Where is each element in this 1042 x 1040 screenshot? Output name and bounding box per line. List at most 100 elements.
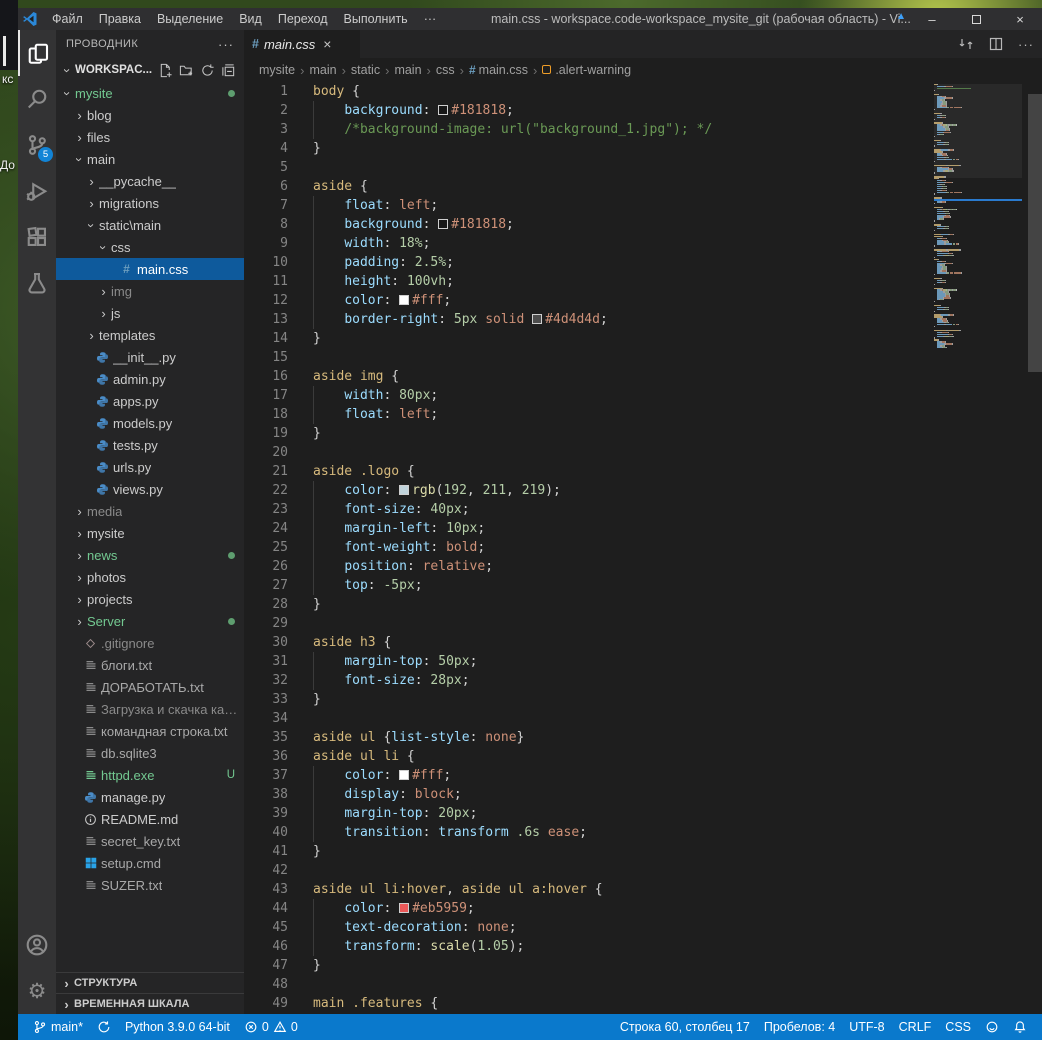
code-line[interactable]: 42 [244, 861, 1042, 880]
code-line[interactable]: 33} [244, 690, 1042, 709]
split-editor-icon[interactable] [988, 36, 1004, 52]
tree-folder-Server[interactable]: › Server [56, 610, 244, 632]
breadcrumb-item-.alert-warning[interactable]: .alert-warning [542, 63, 631, 77]
code-line[interactable]: 47} [244, 956, 1042, 975]
menu-айл[interactable]: Файл [44, 8, 91, 30]
tree-file-ДОРАБОТАТЬ.txt[interactable]: ДОРАБОТАТЬ.txt [56, 676, 244, 698]
code-line[interactable]: 8 background: #181818; [244, 215, 1042, 234]
cursor-position-status[interactable]: Строка 60, столбец 17 [613, 1014, 757, 1040]
tree-file-secret_key.txt[interactable]: secret_key.txt [56, 830, 244, 852]
code-line[interactable]: 44 color: #eb5959; [244, 899, 1042, 918]
code-line[interactable]: 30 aside h3 { [244, 633, 1042, 652]
explorer-more-actions-icon[interactable]: ··· [218, 37, 234, 52]
problems-status[interactable]: 0 0 [237, 1014, 305, 1040]
tree-file-views.py[interactable]: views.py [56, 478, 244, 500]
extensions-activity-icon[interactable] [18, 214, 56, 260]
breadcrumb-item-mysite[interactable]: mysite [259, 63, 295, 77]
code-line[interactable]: 13 border-right: 5px solid #4d4d4d; [244, 310, 1042, 329]
code-line[interactable]: 9 width: 18%; [244, 234, 1042, 253]
feedback-status[interactable] [978, 1014, 1006, 1040]
editor-more-actions-icon[interactable]: ··· [1018, 37, 1034, 52]
code-line[interactable]: 2 background: #181818; [244, 101, 1042, 120]
color-swatch[interactable] [399, 485, 410, 495]
tree-folder-news[interactable]: › news [56, 544, 244, 566]
tree-file-urls.py[interactable]: urls.py [56, 456, 244, 478]
tree-file-Загрузка_и_скачка_карт...[interactable]: Загрузка и скачка карт... [56, 698, 244, 720]
code-line[interactable]: 12 color: #fff; [244, 291, 1042, 310]
tree-file-tests.py[interactable]: tests.py [56, 434, 244, 456]
code-line[interactable]: 40 transition: transform .6s ease; [244, 823, 1042, 842]
code-line[interactable]: 11 height: 100vh; [244, 272, 1042, 291]
code-line[interactable]: 1 body { [244, 82, 1042, 101]
code-line[interactable]: 18 float: left; [244, 405, 1042, 424]
run-debug-activity-icon[interactable] [18, 168, 56, 214]
code-line[interactable]: 35 aside ul {list-style: none} [244, 728, 1042, 747]
close-button[interactable]: × [998, 8, 1042, 30]
code-line[interactable]: 23 font-size: 40px; [244, 500, 1042, 519]
menu-ид[interactable]: Вид [231, 8, 270, 30]
open-changes-icon[interactable] [958, 36, 974, 52]
eol-status[interactable]: CRLF [892, 1014, 939, 1040]
code-line[interactable]: 31 margin-top: 50px; [244, 652, 1042, 671]
breadcrumb-item-static[interactable]: static [351, 63, 380, 77]
workspace-section-header[interactable]: › WORKSPAC... [56, 58, 244, 82]
tree-file-admin.py[interactable]: admin.py [56, 368, 244, 390]
tree-folder-img[interactable]: › img [56, 280, 244, 302]
code-line[interactable]: 10 padding: 2.5%; [244, 253, 1042, 272]
notifications-status[interactable] [1006, 1014, 1034, 1040]
breadcrumb-item-main.css[interactable]: # main.css [469, 63, 528, 77]
code-line[interactable]: 32 font-size: 28px; [244, 671, 1042, 690]
code-line[interactable]: 27 top: -5px; [244, 576, 1042, 595]
breadcrumb-item-css[interactable]: css [436, 63, 455, 77]
tree-folder-mysite[interactable]: › mysite [56, 522, 244, 544]
sidebar-section-timeline[interactable]: › ВРЕМЕННАЯ ШКАЛА [56, 993, 244, 1014]
code-line[interactable]: 5 [244, 158, 1042, 177]
menu-ыделение[interactable]: Выделение [149, 8, 231, 30]
code-line[interactable]: 45 text-decoration: none; [244, 918, 1042, 937]
tree-file-manage.py[interactable]: manage.py [56, 786, 244, 808]
code-line[interactable]: 25 font-weight: bold; [244, 538, 1042, 557]
tree-folder-mysite[interactable]: › mysite [56, 82, 244, 104]
tree-file-SUZER.txt[interactable]: SUZER.txt [56, 874, 244, 896]
menu-[interactable]: ··· [416, 8, 445, 30]
tree-file-apps.py[interactable]: apps.py [56, 390, 244, 412]
code-line[interactable]: 22 color: rgb(192, 211, 219); [244, 481, 1042, 500]
color-swatch[interactable] [399, 770, 410, 780]
code-line[interactable]: 20 [244, 443, 1042, 462]
breadcrumb-item-main[interactable]: main [394, 63, 421, 77]
tree-folder-media[interactable]: › media [56, 500, 244, 522]
tree-folder-files[interactable]: › files [56, 126, 244, 148]
minimap[interactable] [934, 84, 1022, 454]
tab-close-icon[interactable]: × [323, 36, 331, 52]
minimize-button[interactable]: – [910, 8, 954, 30]
tree-folder-__pycache__[interactable]: › __pycache__ [56, 170, 244, 192]
settings-activity-icon[interactable]: ⚙ [18, 968, 56, 1014]
code-line[interactable]: 38 display: block; [244, 785, 1042, 804]
color-swatch[interactable] [532, 314, 543, 324]
tree-folder-css[interactable]: › css [56, 236, 244, 258]
code-line[interactable]: 21 aside .logo { [244, 462, 1042, 481]
tree-folder-main[interactable]: › main [56, 148, 244, 170]
color-swatch[interactable] [438, 105, 449, 115]
account-activity-icon[interactable] [18, 922, 56, 968]
search-activity-icon[interactable] [18, 76, 56, 122]
tree-folder-static_main[interactable]: › static\main [56, 214, 244, 236]
code-line[interactable]: 28} [244, 595, 1042, 614]
code-line[interactable]: 6 aside { [244, 177, 1042, 196]
tab-main-css[interactable]: # main.css × [244, 30, 360, 58]
color-swatch[interactable] [399, 295, 410, 305]
language-mode-status[interactable]: CSS [938, 1014, 978, 1040]
tree-file-.gitignore[interactable]: .gitignore [56, 632, 244, 654]
maximize-button[interactable] [954, 8, 998, 30]
color-swatch[interactable] [399, 903, 410, 913]
scrollbar-thumb[interactable] [1028, 94, 1042, 372]
tree-file-блоги.txt[interactable]: блоги.txt [56, 654, 244, 676]
tree-folder-projects[interactable]: › projects [56, 588, 244, 610]
code-line[interactable]: 24 margin-left: 10px; [244, 519, 1042, 538]
code-editor[interactable]: 1 body {2 background: #181818; 3 /*backgro… [244, 82, 1042, 1014]
menu-ереход[interactable]: Переход [270, 8, 336, 30]
python-interpreter-status[interactable]: Python 3.9.0 64-bit [118, 1014, 237, 1040]
code-line[interactable]: 4} [244, 139, 1042, 158]
tree-file-httpd.exe[interactable]: httpd.exe U [56, 764, 244, 786]
tree-folder-photos[interactable]: › photos [56, 566, 244, 588]
